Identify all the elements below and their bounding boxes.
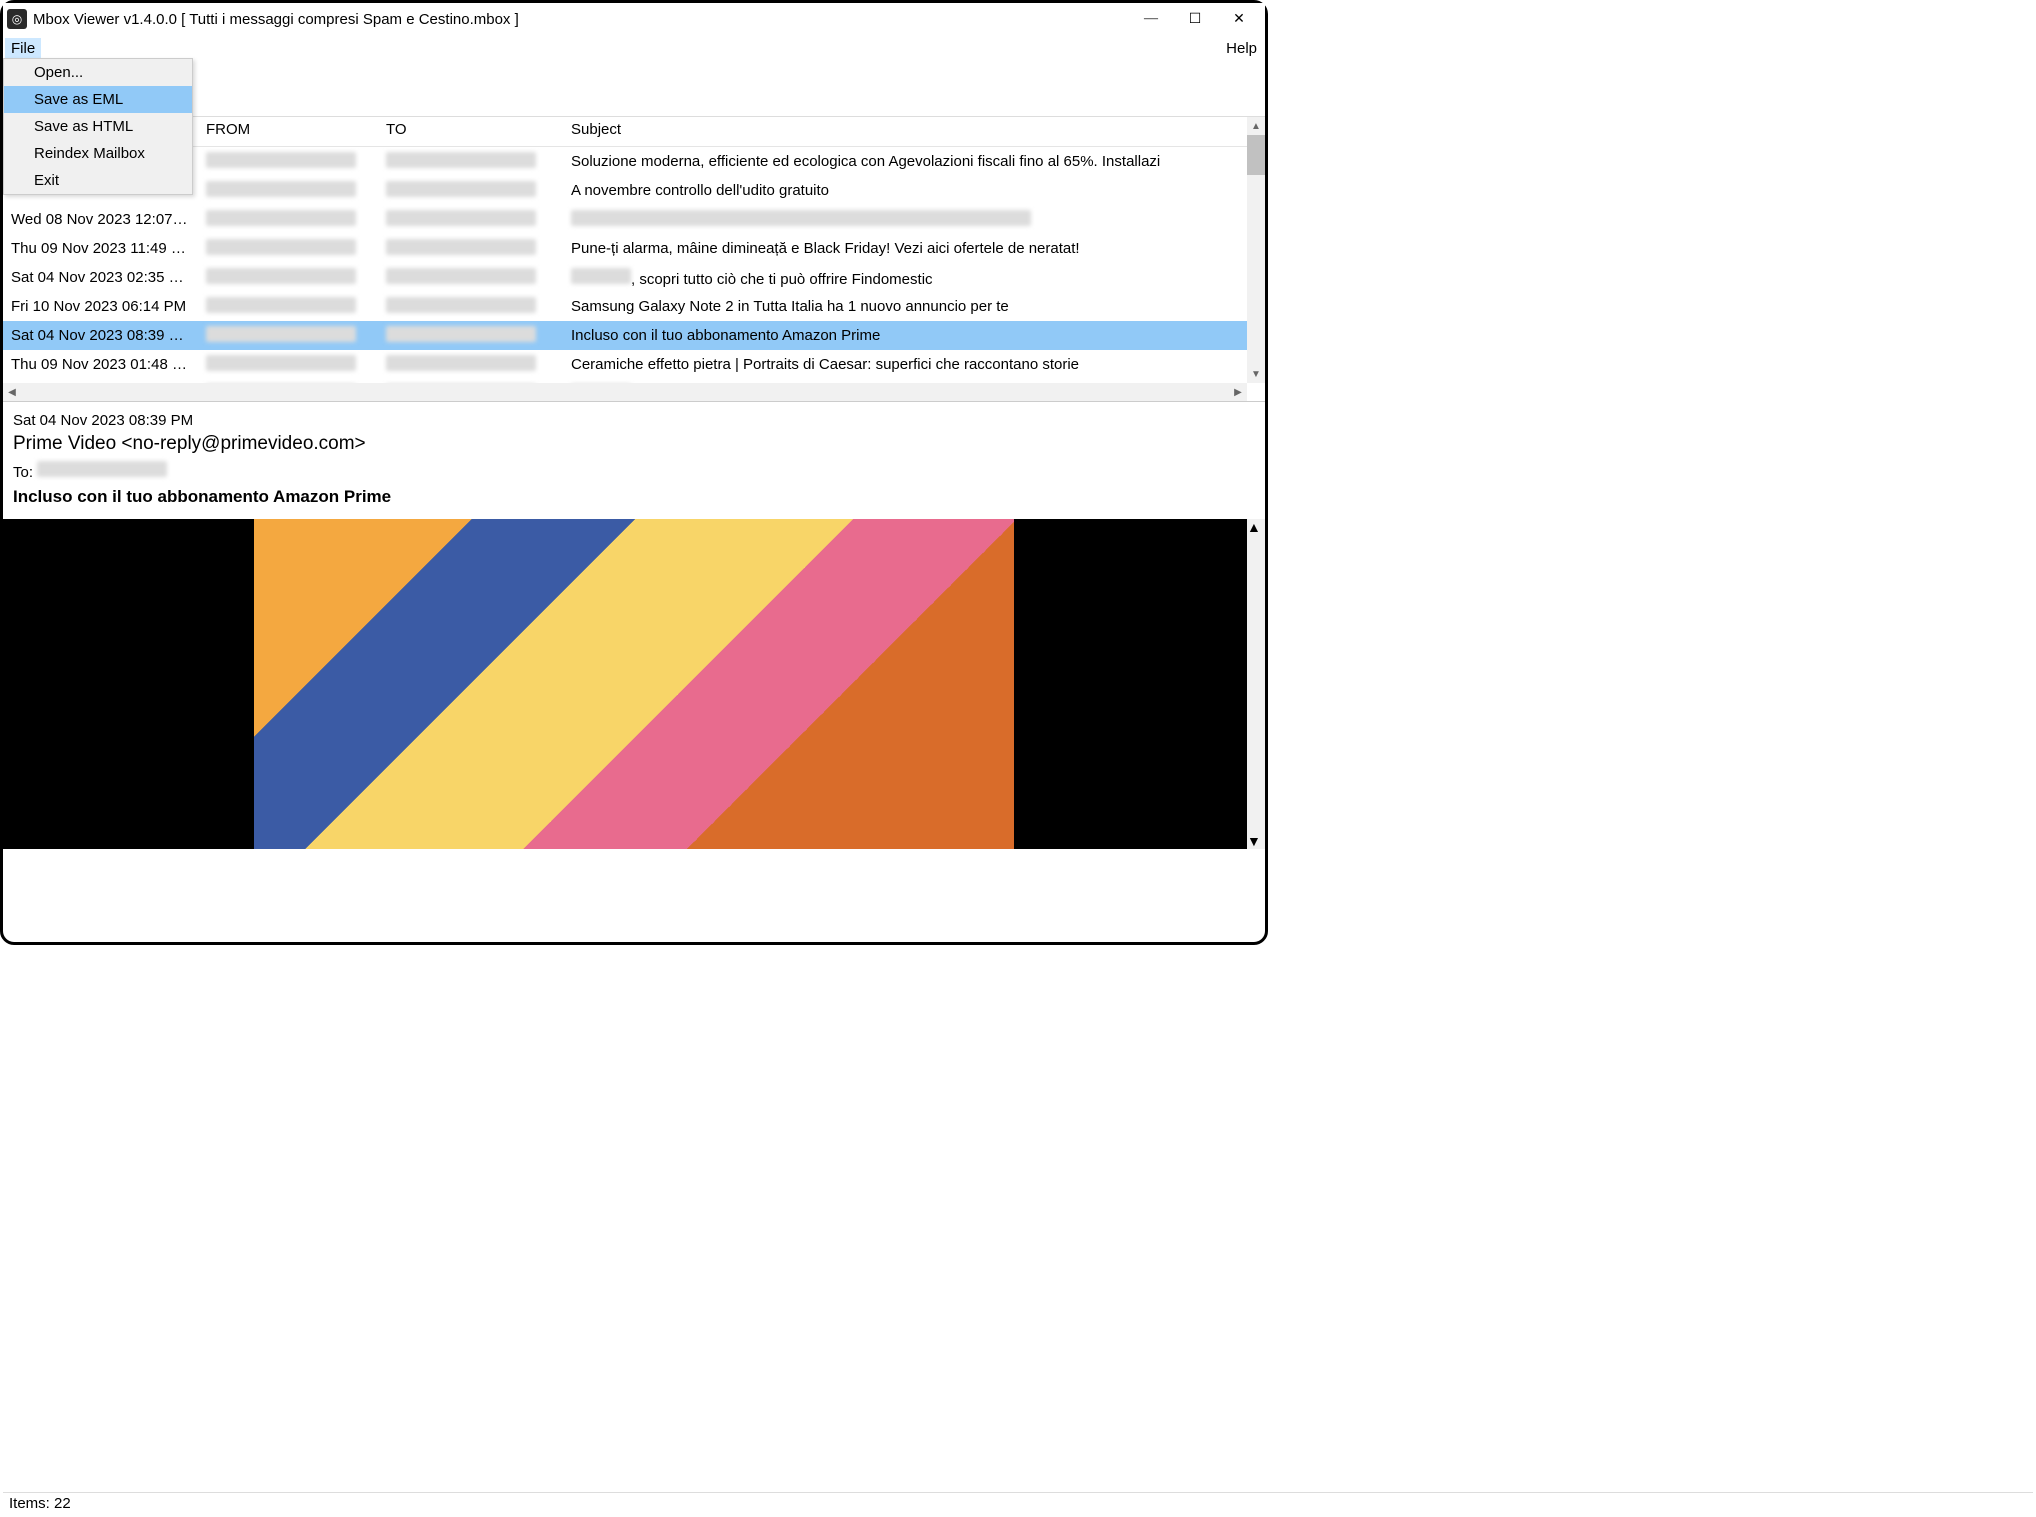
horizontal-scrollbar[interactable]: ◀ ▶ <box>3 383 1247 401</box>
titlebar: ◎ Mbox Viewer v1.4.0.0 [ Tutti i messagg… <box>3 3 1265 35</box>
close-button[interactable]: ✕ <box>1217 4 1261 34</box>
menu-file[interactable]: File <box>5 38 41 59</box>
scroll-down-icon[interactable]: ▼ <box>1247 365 1265 383</box>
maximize-button[interactable]: ☐ <box>1173 4 1217 34</box>
table-row[interactable]: Thu 09 Nov 2023 01:48 PMCeramiche effett… <box>3 350 1265 379</box>
status-text: Items: 22 <box>9 1495 71 1512</box>
col-from[interactable]: FROM <box>198 117 378 146</box>
table-row[interactable]: Thu 09 Nov 2023 11:49 PMPune-ți alarma, … <box>3 234 1265 263</box>
scroll-right-icon[interactable]: ▶ <box>1229 383 1247 401</box>
minimize-button[interactable]: — <box>1129 4 1173 34</box>
window-title: Mbox Viewer v1.4.0.0 [ Tutti i messaggi … <box>33 11 1129 28</box>
redacted-recipient <box>37 461 167 477</box>
menu-item-save-as-eml[interactable]: Save as EML <box>4 86 192 113</box>
scroll-up-icon[interactable]: ▲ <box>1247 519 1265 535</box>
message-date: Sat 04 Nov 2023 08:39 PM <box>13 412 1255 429</box>
message-to: To: <box>13 461 1255 481</box>
vertical-scrollbar[interactable]: ▲ ▼ <box>1247 117 1265 383</box>
menu-item-reindex-mailbox[interactable]: Reindex Mailbox <box>4 140 192 167</box>
menu-item-exit[interactable]: Exit <box>4 167 192 194</box>
file-dropdown: Open...Save as EMLSave as HTMLReindex Ma… <box>3 58 193 195</box>
message-body: ▲ ▼ <box>3 519 1265 849</box>
scroll-down-icon[interactable]: ▼ <box>1247 833 1265 849</box>
table-row[interactable]: Sat 04 Nov 2023 08:39 PMIncluso con il t… <box>3 321 1265 350</box>
message-from: Prime Video <no-reply@primevideo.com> <box>13 433 1255 455</box>
email-image <box>254 519 1014 849</box>
message-scrollbar[interactable]: ▲ ▼ <box>1247 519 1265 849</box>
table-row[interactable]: Sat 04 Nov 2023 02:35 PM, scopri tutto c… <box>3 263 1265 292</box>
scroll-thumb[interactable] <box>1247 135 1265 175</box>
table-row[interactable]: Fri 10 Nov 2023 06:14 PMSamsung Galaxy N… <box>3 292 1265 321</box>
col-to[interactable]: TO <box>378 117 563 146</box>
menu-item-save-as-html[interactable]: Save as HTML <box>4 113 192 140</box>
table-row[interactable]: Wed 08 Nov 2023 12:07 AM <box>3 205 1265 234</box>
statusbar: Items: 22 <box>3 1492 2033 1514</box>
window-controls: — ☐ ✕ <box>1129 4 1261 34</box>
scroll-left-icon[interactable]: ◀ <box>3 383 21 401</box>
scroll-up-icon[interactable]: ▲ <box>1247 117 1265 135</box>
menu-item-open-[interactable]: Open... <box>4 59 192 86</box>
col-subject[interactable]: Subject <box>563 117 1235 146</box>
message-header: Sat 04 Nov 2023 08:39 PM Prime Video <no… <box>3 401 1265 513</box>
menu-help[interactable]: Help <box>1220 38 1263 59</box>
app-icon: ◎ <box>7 9 27 29</box>
message-subject: Incluso con il tuo abbonamento Amazon Pr… <box>13 487 1255 507</box>
